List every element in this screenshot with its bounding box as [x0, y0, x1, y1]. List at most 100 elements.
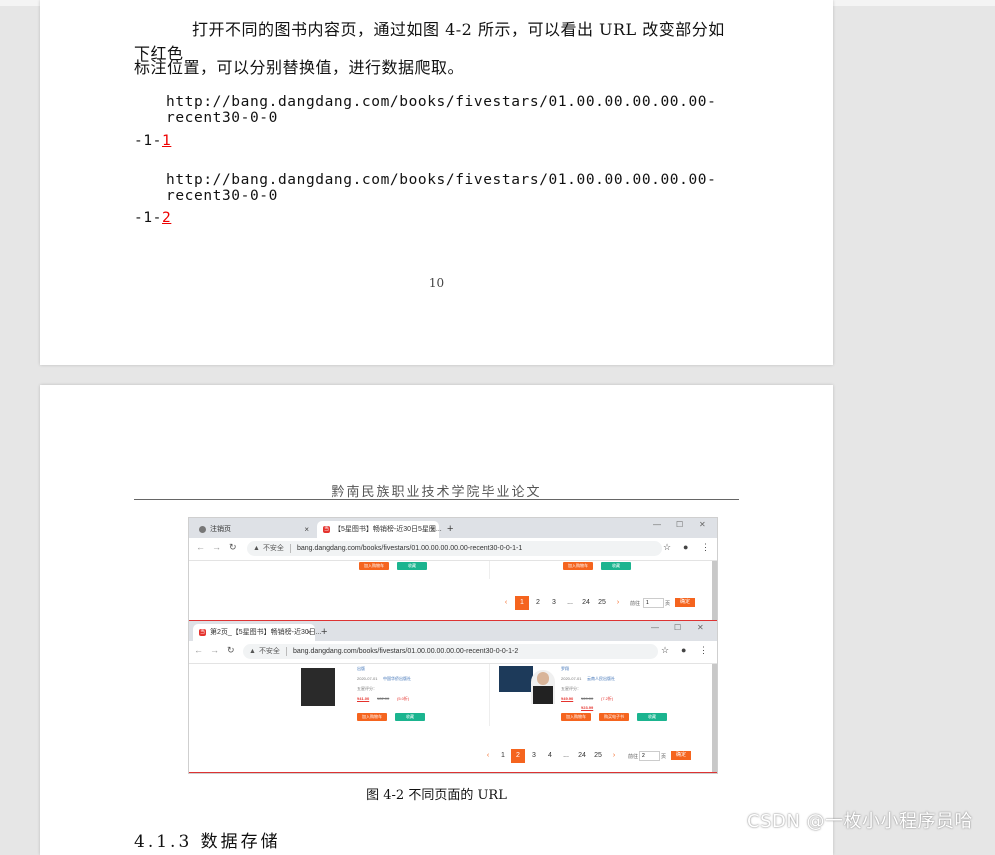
back-icon[interactable]: ← [196, 542, 205, 552]
reload-icon[interactable]: ↻ [227, 645, 235, 656]
reload-icon[interactable]: ↻ [229, 542, 237, 553]
item-date: 2020-07-01 [561, 676, 582, 681]
separator [289, 543, 291, 553]
add-to-cart-button[interactable]: 加入购物车 [563, 562, 593, 570]
url-bar[interactable]: ▲ 不安全 bang.dangdang.com/books/fivestars/01… [247, 541, 662, 556]
author-face [537, 672, 549, 685]
close-icon[interactable]: × [430, 521, 435, 538]
favorite-button[interactable]: 收藏 [397, 562, 427, 570]
tab-label: 【5星图书】畅销榜-近30日5星图... [334, 526, 442, 533]
jump-confirm-button[interactable]: 确定 [671, 751, 691, 760]
url-bar[interactable]: ▲ 不安全 bang.dangdang.com/books/fivestars/01… [243, 644, 658, 659]
close-icon[interactable]: × [304, 521, 309, 538]
page-number: 10 [428, 276, 445, 290]
favorite-button[interactable]: 收藏 [637, 713, 667, 721]
header-rule [134, 499, 739, 500]
close-icon[interactable]: × [306, 624, 311, 641]
page-link[interactable]: 1 [496, 749, 510, 763]
item-stars: 五星评分： [357, 686, 377, 691]
tab-active[interactable]: 当第2页_【5星图书】畅销榜-近30日... × [193, 624, 322, 641]
page-link-current[interactable]: 2 [511, 749, 525, 763]
item-date: 2020-07-01 [357, 676, 378, 681]
page-link[interactable]: 24 [579, 596, 593, 610]
page-link[interactable]: 25 [591, 749, 605, 763]
jump-unit: 页 [661, 754, 667, 760]
item-discount: (7.2折) [601, 696, 614, 701]
page-ellipsis: ... [567, 599, 573, 606]
book-cover-image [499, 666, 533, 692]
back-icon[interactable]: ← [194, 645, 203, 655]
tab-active[interactable]: 当【5星图书】畅销榜-近30日5星图... × [317, 521, 442, 538]
add-to-cart-button[interactable]: 加入购物车 [359, 562, 389, 570]
dangdang-favicon-icon: 当 [199, 628, 206, 636]
column-divider [489, 664, 490, 726]
star-icon[interactable]: ☆ [663, 542, 671, 553]
page-link[interactable]: 2 [531, 596, 545, 610]
jump-label: 前往 [630, 601, 641, 607]
buy-ebook-button[interactable]: 购买电子书 [599, 713, 629, 721]
item-author: 罗翔 [561, 666, 569, 671]
item-press: 云南人民出版社 [587, 676, 615, 681]
favorite-button[interactable]: 收藏 [395, 713, 425, 721]
new-tab-icon[interactable]: + [321, 624, 327, 641]
item-original-price: ¥82.00 [377, 696, 390, 701]
jump-input[interactable]: 1 [643, 598, 664, 608]
address-bar-row: ← → ↻ ▲ 不安全 bang.dangdang.com/books/fivest… [189, 641, 717, 664]
tab-inactive[interactable]: 注销页 × [193, 521, 313, 538]
red-border [189, 772, 717, 773]
page-link-current[interactable]: 1 [515, 596, 529, 610]
page-link[interactable]: 25 [595, 596, 609, 610]
favorite-button[interactable]: 收藏 [601, 562, 631, 570]
address-bar-row: ← → ↻ ▲ 不安全 bang.dangdang.com/books/fivest… [189, 538, 717, 561]
add-to-cart-button[interactable]: 加入购物车 [357, 713, 387, 721]
warning-icon: ▲ [249, 648, 256, 655]
figure-screenshot: 注销页 × 当【5星图书】畅销榜-近30日5星图... × + — ☐ ✕ ← … [188, 517, 718, 774]
profile-icon[interactable]: ● [683, 542, 688, 552]
maximize-icon[interactable]: ☐ [674, 623, 681, 632]
url-prefix: -1- [134, 210, 162, 226]
page-link[interactable]: 4 [543, 749, 557, 763]
prev-page-icon[interactable]: ‹ [499, 596, 513, 610]
menu-icon[interactable]: ⋮ [701, 542, 710, 553]
url-text: bang.dangdang.com/books/fivestars/01.00.… [296, 545, 523, 552]
url-example-2: http://bang.dangdang.com/books/fivestars… [166, 172, 717, 204]
close-window-icon[interactable]: ✕ [699, 520, 706, 529]
scrollbar[interactable] [712, 561, 717, 620]
close-window-icon[interactable]: ✕ [697, 623, 704, 632]
star-icon[interactable]: ☆ [661, 645, 669, 656]
minimize-icon[interactable]: — [651, 623, 659, 632]
item-price: ¥49.90 [561, 696, 574, 701]
jump-label: 前往 [628, 754, 639, 760]
insecure-label: 不安全 [258, 648, 280, 655]
insecure-label: 不安全 [262, 545, 284, 552]
item-press: 中国华侨出版社 [383, 676, 411, 681]
maximize-icon[interactable]: ☐ [676, 520, 683, 529]
new-tab-icon[interactable]: + [447, 521, 453, 538]
page-link[interactable]: 3 [547, 596, 561, 610]
globe-icon [199, 525, 206, 533]
page-link[interactable]: 24 [575, 749, 589, 763]
add-to-cart-button[interactable]: 加入购物车 [561, 713, 591, 721]
forward-icon[interactable]: → [212, 542, 221, 552]
item-publisher: 出版 [357, 666, 365, 671]
jump-confirm-button[interactable]: 确定 [675, 598, 695, 607]
url-prefix: -1- [134, 133, 162, 149]
page-ellipsis: ... [563, 752, 569, 759]
document-page-11: 黔南民族职业技术学院毕业论文 注销页 × 当【5星图书】畅销榜-近30日5星图.… [40, 385, 833, 855]
minimize-icon[interactable]: — [653, 520, 661, 529]
scrollbar[interactable] [712, 664, 717, 773]
tab-bar: 当第2页_【5星图书】畅销榜-近30日... × + — ☐ ✕ [189, 621, 717, 641]
page-link[interactable]: 3 [527, 749, 541, 763]
forward-icon[interactable]: → [210, 645, 219, 655]
author-photo [531, 670, 555, 704]
item-discount: (5.0折) [397, 696, 410, 701]
jump-input[interactable]: 2 [639, 751, 660, 761]
menu-icon[interactable]: ⋮ [699, 645, 708, 656]
column-divider [489, 561, 490, 579]
item-stars: 五星评分： [561, 686, 581, 691]
prev-page-icon[interactable]: ‹ [481, 749, 495, 763]
next-page-icon[interactable]: › [607, 749, 621, 763]
next-page-icon[interactable]: › [611, 596, 625, 610]
profile-icon[interactable]: ● [681, 645, 686, 655]
section-heading: 4.1.3 数据存储 [134, 832, 281, 852]
